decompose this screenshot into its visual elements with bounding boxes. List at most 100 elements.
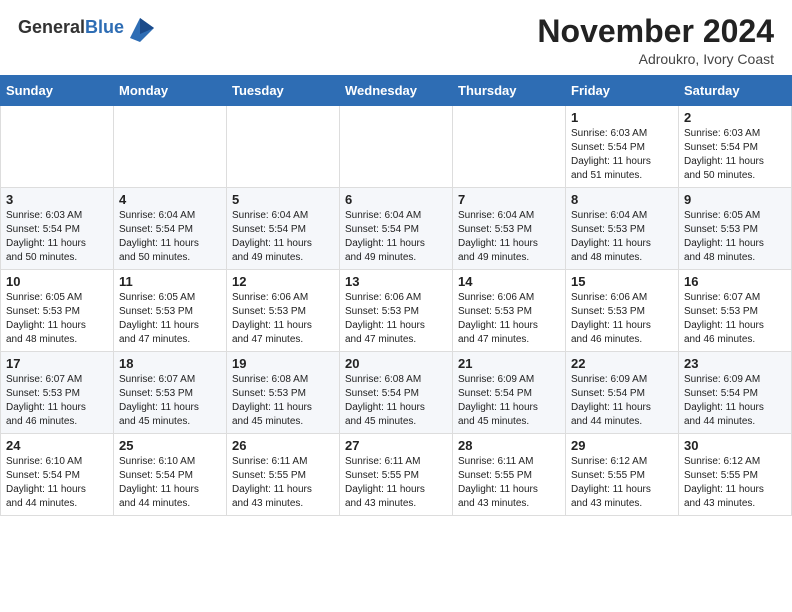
day-info: Sunrise: 6:07 AM Sunset: 5:53 PM Dayligh… <box>6 374 86 427</box>
calendar-header-row: SundayMondayTuesdayWednesdayThursdayFrid… <box>1 76 792 106</box>
day-number: 22 <box>571 356 673 371</box>
calendar-day-cell: 3 Sunrise: 6:03 AM Sunset: 5:54 PM Daylig… <box>1 188 114 270</box>
calendar-day-cell: 1 Sunrise: 6:03 AM Sunset: 5:54 PM Daylig… <box>566 106 679 188</box>
day-info: Sunrise: 6:03 AM Sunset: 5:54 PM Dayligh… <box>571 128 651 181</box>
calendar-day-cell: 8 Sunrise: 6:04 AM Sunset: 5:53 PM Daylig… <box>566 188 679 270</box>
day-number: 21 <box>458 356 560 371</box>
calendar-day-cell: 26 Sunrise: 6:11 AM Sunset: 5:55 PM Dayli… <box>227 434 340 516</box>
day-info: Sunrise: 6:06 AM Sunset: 5:53 PM Dayligh… <box>345 292 425 345</box>
calendar-day-cell: 12 Sunrise: 6:06 AM Sunset: 5:53 PM Dayli… <box>227 270 340 352</box>
calendar-day-cell: 9 Sunrise: 6:05 AM Sunset: 5:53 PM Daylig… <box>679 188 792 270</box>
calendar-day-cell <box>453 106 566 188</box>
day-number: 29 <box>571 438 673 453</box>
day-info: Sunrise: 6:03 AM Sunset: 5:54 PM Dayligh… <box>6 210 86 263</box>
calendar-day-cell: 17 Sunrise: 6:07 AM Sunset: 5:53 PM Dayli… <box>1 352 114 434</box>
day-info: Sunrise: 6:12 AM Sunset: 5:55 PM Dayligh… <box>571 456 651 509</box>
day-info: Sunrise: 6:06 AM Sunset: 5:53 PM Dayligh… <box>571 292 651 345</box>
day-number: 12 <box>232 274 334 289</box>
calendar-day-cell: 6 Sunrise: 6:04 AM Sunset: 5:54 PM Daylig… <box>340 188 453 270</box>
calendar-day-cell: 27 Sunrise: 6:11 AM Sunset: 5:55 PM Dayli… <box>340 434 453 516</box>
day-number: 3 <box>6 192 108 207</box>
day-number: 7 <box>458 192 560 207</box>
day-info: Sunrise: 6:11 AM Sunset: 5:55 PM Dayligh… <box>232 456 312 509</box>
weekday-header: Friday <box>566 76 679 106</box>
calendar-day-cell <box>227 106 340 188</box>
calendar-day-cell: 4 Sunrise: 6:04 AM Sunset: 5:54 PM Daylig… <box>114 188 227 270</box>
day-info: Sunrise: 6:04 AM Sunset: 5:54 PM Dayligh… <box>119 210 199 263</box>
day-info: Sunrise: 6:08 AM Sunset: 5:54 PM Dayligh… <box>345 374 425 427</box>
calendar-day-cell: 25 Sunrise: 6:10 AM Sunset: 5:54 PM Dayli… <box>114 434 227 516</box>
calendar-day-cell: 20Sunrise: 6:08 AM Sunset: 5:54 PM Dayli… <box>340 352 453 434</box>
day-info: Sunrise: 6:10 AM Sunset: 5:54 PM Dayligh… <box>6 456 86 509</box>
calendar-week-row: 10 Sunrise: 6:05 AM Sunset: 5:53 PM Dayli… <box>1 270 792 352</box>
day-info: Sunrise: 6:09 AM Sunset: 5:54 PM Dayligh… <box>458 374 538 427</box>
day-number: 11 <box>119 274 221 289</box>
day-number: 26 <box>232 438 334 453</box>
day-number: 5 <box>232 192 334 207</box>
calendar-day-cell: 30 Sunrise: 6:12 AM Sunset: 5:55 PM Dayli… <box>679 434 792 516</box>
day-info: Sunrise: 6:07 AM Sunset: 5:53 PM Dayligh… <box>119 374 199 427</box>
weekday-header: Sunday <box>1 76 114 106</box>
calendar-day-cell: 19 Sunrise: 6:08 AM Sunset: 5:53 PM Dayli… <box>227 352 340 434</box>
day-info: Sunrise: 6:09 AM Sunset: 5:54 PM Dayligh… <box>571 374 651 427</box>
day-number: 8 <box>571 192 673 207</box>
day-number: 4 <box>119 192 221 207</box>
calendar-day-cell <box>340 106 453 188</box>
calendar-week-row: 17 Sunrise: 6:07 AM Sunset: 5:53 PM Dayli… <box>1 352 792 434</box>
calendar-table: SundayMondayTuesdayWednesdayThursdayFrid… <box>0 75 792 516</box>
calendar-day-cell: 28Sunrise: 6:11 AM Sunset: 5:55 PM Dayli… <box>453 434 566 516</box>
calendar-day-cell: 22 Sunrise: 6:09 AM Sunset: 5:54 PM Dayli… <box>566 352 679 434</box>
calendar-day-cell: 2 Sunrise: 6:03 AM Sunset: 5:54 PM Daylig… <box>679 106 792 188</box>
calendar-day-cell: 16Sunrise: 6:07 AM Sunset: 5:53 PM Dayli… <box>679 270 792 352</box>
day-number: 30 <box>684 438 786 453</box>
weekday-header: Tuesday <box>227 76 340 106</box>
day-number: 19 <box>232 356 334 371</box>
day-info: Sunrise: 6:03 AM Sunset: 5:54 PM Dayligh… <box>684 128 764 181</box>
day-number: 6 <box>345 192 447 207</box>
day-info: Sunrise: 6:04 AM Sunset: 5:53 PM Dayligh… <box>571 210 651 263</box>
day-info: Sunrise: 6:08 AM Sunset: 5:53 PM Dayligh… <box>232 374 312 427</box>
day-number: 2 <box>684 110 786 125</box>
day-number: 13 <box>345 274 447 289</box>
day-number: 24 <box>6 438 108 453</box>
day-number: 25 <box>119 438 221 453</box>
day-info: Sunrise: 6:11 AM Sunset: 5:55 PM Dayligh… <box>345 456 425 509</box>
day-number: 1 <box>571 110 673 125</box>
weekday-header: Thursday <box>453 76 566 106</box>
calendar-week-row: 3 Sunrise: 6:03 AM Sunset: 5:54 PM Daylig… <box>1 188 792 270</box>
calendar-day-cell: 5Sunrise: 6:04 AM Sunset: 5:54 PM Daylig… <box>227 188 340 270</box>
calendar-day-cell: 14Sunrise: 6:06 AM Sunset: 5:53 PM Dayli… <box>453 270 566 352</box>
weekday-header: Monday <box>114 76 227 106</box>
calendar-day-cell: 15 Sunrise: 6:06 AM Sunset: 5:53 PM Dayli… <box>566 270 679 352</box>
calendar-day-cell: 29 Sunrise: 6:12 AM Sunset: 5:55 PM Dayli… <box>566 434 679 516</box>
day-info: Sunrise: 6:12 AM Sunset: 5:55 PM Dayligh… <box>684 456 764 509</box>
day-info: Sunrise: 6:10 AM Sunset: 5:54 PM Dayligh… <box>119 456 199 509</box>
weekday-header: Saturday <box>679 76 792 106</box>
calendar-week-row: 24 Sunrise: 6:10 AM Sunset: 5:54 PM Dayli… <box>1 434 792 516</box>
day-number: 17 <box>6 356 108 371</box>
logo-general-text: GeneralBlue <box>18 18 124 38</box>
day-info: Sunrise: 6:04 AM Sunset: 5:54 PM Dayligh… <box>345 210 425 263</box>
calendar-day-cell: 24 Sunrise: 6:10 AM Sunset: 5:54 PM Dayli… <box>1 434 114 516</box>
day-number: 16 <box>684 274 786 289</box>
day-number: 10 <box>6 274 108 289</box>
day-number: 9 <box>684 192 786 207</box>
day-info: Sunrise: 6:11 AM Sunset: 5:55 PM Dayligh… <box>458 456 538 509</box>
calendar-day-cell: 21 Sunrise: 6:09 AM Sunset: 5:54 PM Dayli… <box>453 352 566 434</box>
calendar-day-cell <box>1 106 114 188</box>
logo-icon <box>126 14 154 42</box>
calendar-day-cell: 7 Sunrise: 6:04 AM Sunset: 5:53 PM Daylig… <box>453 188 566 270</box>
day-info: Sunrise: 6:05 AM Sunset: 5:53 PM Dayligh… <box>119 292 199 345</box>
day-info: Sunrise: 6:06 AM Sunset: 5:53 PM Dayligh… <box>232 292 312 345</box>
day-number: 15 <box>571 274 673 289</box>
day-info: Sunrise: 6:05 AM Sunset: 5:53 PM Dayligh… <box>684 210 764 263</box>
month-title: November 2024 <box>537 14 774 49</box>
day-number: 18 <box>119 356 221 371</box>
day-info: Sunrise: 6:04 AM Sunset: 5:53 PM Dayligh… <box>458 210 538 263</box>
day-number: 23 <box>684 356 786 371</box>
day-number: 27 <box>345 438 447 453</box>
title-area: November 2024 Adroukro, Ivory Coast <box>537 14 774 67</box>
page: GeneralBlue November 2024 Adroukro, Ivor… <box>0 0 792 516</box>
calendar-day-cell: 11 Sunrise: 6:05 AM Sunset: 5:53 PM Dayli… <box>114 270 227 352</box>
day-info: Sunrise: 6:09 AM Sunset: 5:54 PM Dayligh… <box>684 374 764 427</box>
